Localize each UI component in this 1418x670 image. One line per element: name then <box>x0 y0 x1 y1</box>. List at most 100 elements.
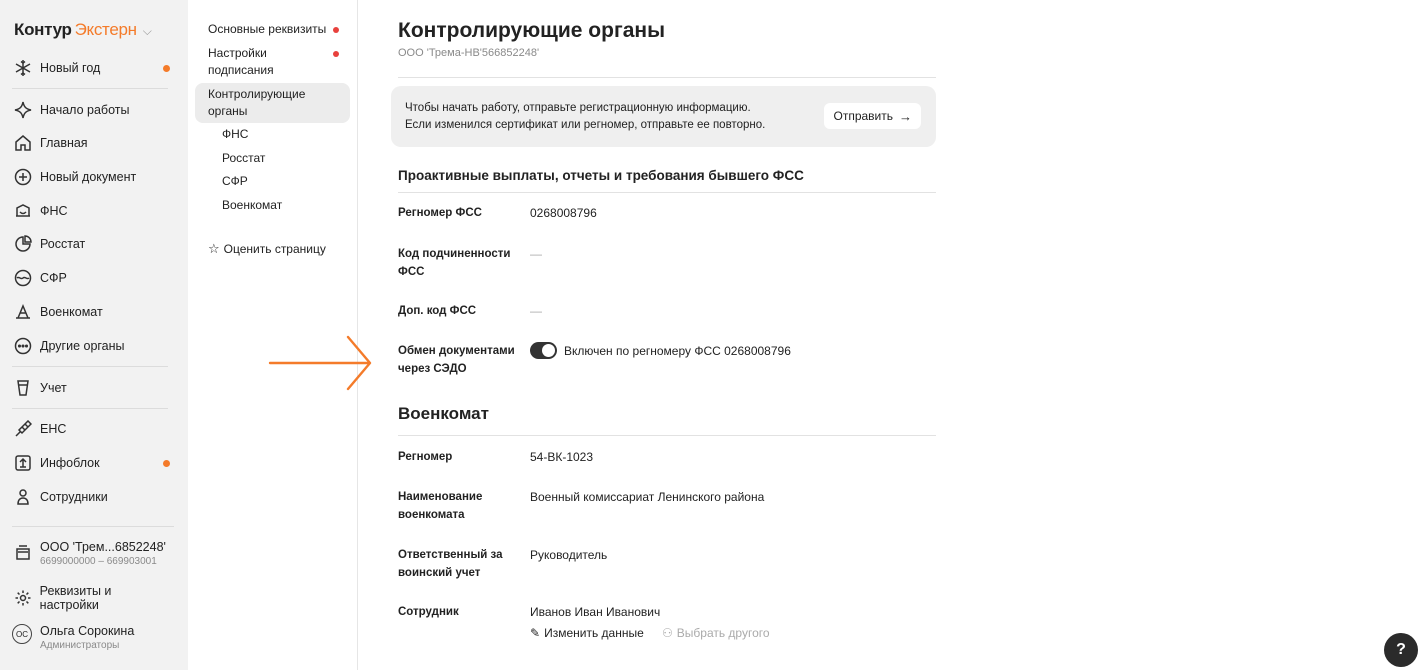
sidebar-item-new-document[interactable]: Новый документ <box>12 164 172 190</box>
sidebar-item-label: Новый год <box>40 61 101 75</box>
fss-regnum-value: 0268008796 <box>530 206 597 220</box>
employees-icon <box>12 486 34 508</box>
subnav-child-voenkomat[interactable]: Военкомат <box>222 198 282 212</box>
sidebar-item-label: СФР <box>40 271 67 285</box>
avatar: ОС <box>12 624 32 644</box>
voenkomat-section-heading: Военкомат <box>398 404 489 423</box>
employee-value: Иванов Иван Иванович <box>530 605 661 619</box>
org-switcher[interactable]: ООО 'Трем...6852248' 6699000000 – 669903… <box>12 540 166 567</box>
subnav-child-sfr[interactable]: СФР <box>222 174 248 188</box>
arrow-right-icon: → <box>899 108 912 124</box>
sidebar-item-label: Учет <box>40 381 67 395</box>
page-title: Контролирующие органы <box>398 19 666 42</box>
star-icon: ☆ <box>208 241 220 256</box>
edit-data-link[interactable]: ✎ Изменить данные <box>530 626 644 640</box>
brand-main: Контур <box>14 20 72 39</box>
notification-dot <box>163 65 170 72</box>
org-name: ООО 'Трем...6852248' <box>40 540 166 554</box>
sidebar-item-settings[interactable]: Реквизиты и настройки <box>12 584 172 612</box>
plus-circle-icon <box>12 166 34 188</box>
responsible-label: Ответственный за воинский учет <box>398 549 503 579</box>
sidebar-item-new-year[interactable]: Новый год <box>12 55 172 81</box>
subnav-item-main-details[interactable]: Основные реквизиты <box>208 21 338 38</box>
rate-page-link[interactable]: ☆ Оценить страницу <box>208 241 326 257</box>
sidebar-item-sfr[interactable]: СФР <box>12 265 172 291</box>
divider <box>398 77 936 78</box>
divider <box>12 88 168 89</box>
send-button[interactable]: Отправить → <box>824 103 921 129</box>
notification-dot <box>163 460 170 467</box>
choose-other-label: Выбрать другого <box>676 626 770 640</box>
sfr-icon <box>12 267 34 289</box>
sparkle-icon <box>12 99 34 121</box>
pencil-icon: ✎ <box>530 626 541 640</box>
divider <box>12 366 168 367</box>
accounting-icon <box>12 377 34 399</box>
sidebar-item-voenkomat[interactable]: Военкомат <box>12 299 172 325</box>
employee-label: Сотрудник <box>398 606 459 618</box>
fss-regnum-label: Регномер ФСС <box>398 207 482 219</box>
divider <box>398 435 936 436</box>
sidebar-item-home[interactable]: Главная <box>12 130 172 156</box>
sedo-status: Включен по регномеру ФСС 0268008796 <box>564 344 791 358</box>
org-inn-kpp: 6699000000 – 669903001 <box>40 556 157 567</box>
app-logo[interactable]: Контур Экстерн ⌵ <box>14 20 152 40</box>
chevron-down-icon: ⌵ <box>142 24 152 38</box>
page-subtitle: ООО 'Трема-НВ'566852248' <box>398 47 540 59</box>
people-icon: ⚇ <box>662 626 673 640</box>
fns-icon <box>12 200 34 222</box>
sedo-toggle[interactable] <box>530 342 557 359</box>
choose-other-link[interactable]: ⚇ Выбрать другого <box>662 626 770 640</box>
annotation-arrow-icon <box>268 335 372 391</box>
send-button-label: Отправить <box>833 109 893 123</box>
sidebar-item-label: Инфоблок <box>40 456 100 470</box>
sidebar-item-other-agencies[interactable]: Другие органы <box>12 333 172 359</box>
notice-line: Чтобы начать работу, отправьте регистрац… <box>405 102 751 114</box>
ens-icon <box>12 418 34 440</box>
responsible-value: Руководитель <box>530 548 608 562</box>
divider <box>398 192 936 193</box>
voenkomat-regnum-label: Регномер <box>398 451 453 463</box>
help-button[interactable]: ? <box>1384 633 1418 667</box>
sidebar-item-label: Сотрудники <box>40 490 108 504</box>
subnav-item-signing-settings[interactable]: Настройки подписания <box>208 45 288 79</box>
rate-page-label: Оценить страницу <box>223 242 326 256</box>
sidebar-item-label: Главная <box>40 136 88 150</box>
sidebar-item-label: Начало работы <box>40 103 130 117</box>
sidebar-item-rosstat[interactable]: Росстат <box>12 231 172 257</box>
fss-section-heading: Проактивные выплаты, отчеты и требования… <box>398 168 804 183</box>
voenkomat-name-label: Наименование военкомата <box>398 491 483 521</box>
sidebar-item-fns[interactable]: ФНС <box>12 198 172 224</box>
left-sidebar: Контур Экстерн ⌵ Новый год Начало работы Г… <box>0 0 188 670</box>
fss-subcode-value: — <box>530 247 542 261</box>
divider <box>12 408 168 409</box>
sidebar-item-label: Росстат <box>40 237 86 251</box>
sidebar-item-label: Реквизиты и настройки <box>39 584 112 612</box>
sidebar-item-start[interactable]: Начало работы <box>12 97 172 123</box>
sidebar-item-label: ФНС <box>40 204 68 218</box>
more-circle-icon <box>12 335 34 357</box>
sedo-label: Обмен документами через СЭДО <box>398 345 515 375</box>
sidebar-item-label: Другие органы <box>40 339 125 353</box>
subnav-child-rosstat[interactable]: Росстат <box>222 151 265 165</box>
app-root: Контур Экстерн ⌵ Новый год Начало работы Г… <box>0 0 1418 670</box>
voenkomat-regnum-value: 54-ВК-1023 <box>530 450 594 464</box>
user-name: Ольга Сорокина <box>40 624 135 638</box>
subnav-item-supervisory-agencies[interactable]: Контролирующие органы <box>208 86 318 120</box>
sidebar-item-label: Военкомат <box>40 305 103 319</box>
sidebar-item-ens[interactable]: ЕНС <box>12 416 172 442</box>
org-icon <box>12 540 34 567</box>
sidebar-item-label: ЕНС <box>40 422 67 436</box>
fss-subcode-label: Код подчиненности ФСС <box>398 248 511 278</box>
notice-line: Если изменился сертификат или регномер, … <box>405 119 766 131</box>
sidebar-item-infoblock[interactable]: Инфоблок <box>12 450 172 476</box>
user-profile[interactable]: ОС Ольга Сорокина Администраторы <box>12 624 134 651</box>
subnav-child-fns[interactable]: ФНС <box>222 127 248 141</box>
notification-dot <box>333 27 339 33</box>
sidebar-item-employees[interactable]: Сотрудники <box>12 484 172 510</box>
fss-addcode-value: — <box>530 304 542 318</box>
edit-data-label: Изменить данные <box>544 626 644 640</box>
sidebar-item-accounting[interactable]: Учет <box>12 375 172 401</box>
home-icon <box>12 132 34 154</box>
gear-icon <box>12 587 34 609</box>
